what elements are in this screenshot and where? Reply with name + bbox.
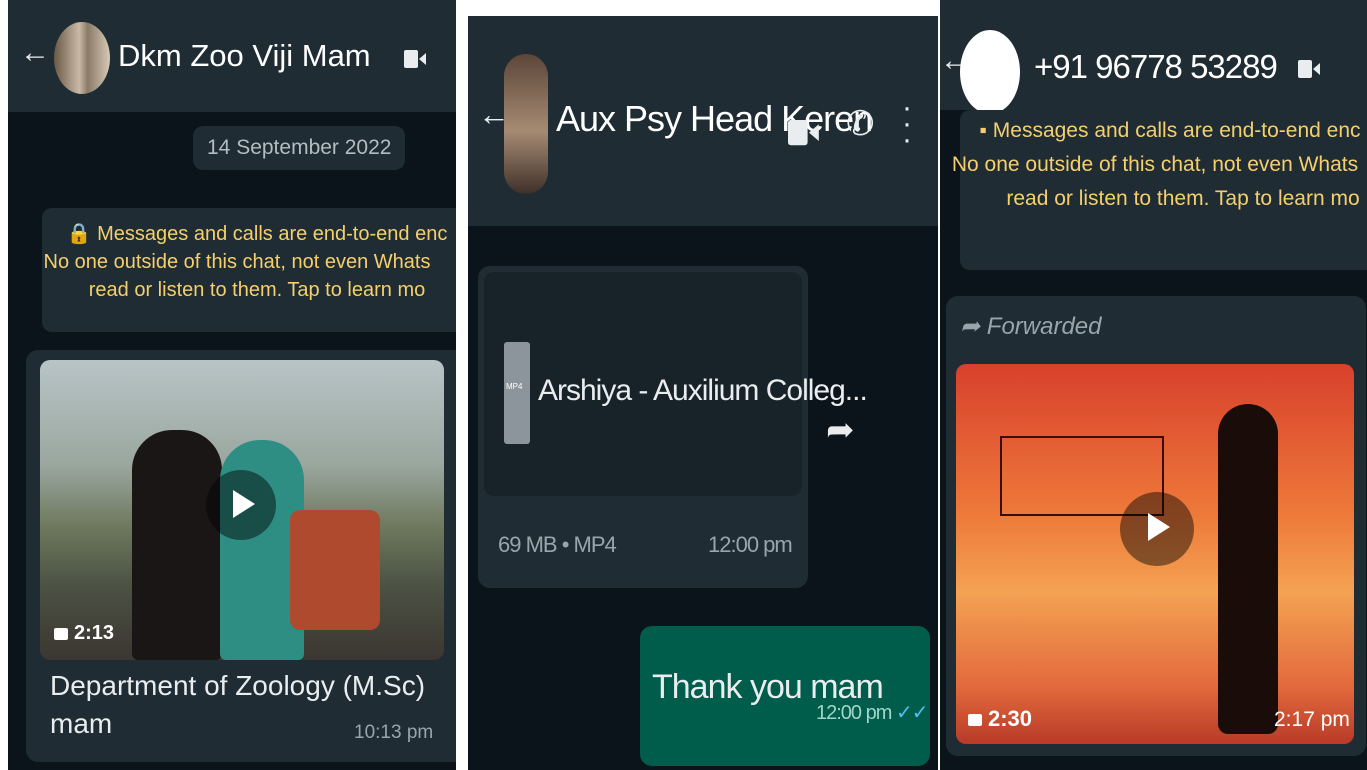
file-type-label: MP4 <box>506 382 523 391</box>
file-name[interactable]: Arshiya - Auxilium Colleg... <box>538 374 868 408</box>
back-arrow-icon[interactable]: ← <box>20 36 50 70</box>
forwarded-label: ➦ Forwarded <box>960 312 1102 341</box>
video-message[interactable]: ➦ Forwarded 2:30 2:17 pm <box>946 296 1366 756</box>
play-icon[interactable] <box>206 470 276 540</box>
avatar[interactable] <box>54 22 110 94</box>
encryption-line: read or listen to them. Tap to learn mo <box>1006 187 1360 210</box>
encryption-line: No one outside of this chat, not even Wh… <box>951 153 1359 176</box>
message-time: 12:00 pm ✓✓ <box>816 700 929 725</box>
avatar[interactable] <box>504 54 548 194</box>
read-ticks-icon: ✓✓ <box>895 702 929 724</box>
video-duration: 2:13 <box>54 622 114 645</box>
chat-panel-viji: ← Dkm Zoo Viji Mam 14 September 2022 🔒 M… <box>8 0 456 770</box>
more-menu-icon[interactable]: · · · <box>902 93 912 155</box>
encryption-line: ▪ Messages and calls are end-to-end enc <box>979 119 1361 142</box>
file-time: 12:00 pm <box>708 532 793 557</box>
video-thumbnail[interactable]: 2:13 <box>40 360 444 660</box>
file-message[interactable]: MP4 Arshiya - Auxilium Colleg... 69 MB •… <box>478 266 868 588</box>
video-message[interactable]: 2:13 Department of Zoology (M.Sc) mam 10… <box>26 350 456 762</box>
encryption-notice[interactable]: 🔒 Messages and calls are end-to-end enc … <box>42 208 456 332</box>
message-time: 10:13 pm <box>354 722 434 743</box>
video-thumbnail[interactable]: 2:30 2:17 pm <box>956 364 1354 744</box>
chat-background: ▪ Messages and calls are end-to-end enc … <box>940 110 1367 770</box>
chat-panel-number: ← +91 96778 53289 ▪ Messages and calls a… <box>940 0 1367 770</box>
contact-name[interactable]: +91 96778 53289 <box>1034 48 1278 86</box>
bench <box>290 510 380 630</box>
avatar[interactable] <box>960 30 1020 114</box>
voice-call-icon[interactable]: ✆ <box>846 104 875 144</box>
silhouette <box>1218 404 1278 734</box>
forwarded-text: Forwarded <box>986 313 1102 340</box>
encryption-line: read or listen to them. Tap to learn mo <box>88 279 426 301</box>
person-figure <box>132 430 222 660</box>
forward-icon: ➦ <box>960 313 987 340</box>
duration-text: 2:13 <box>74 622 115 644</box>
encryption-line: 🔒 Messages and calls are end-to-end enc <box>66 223 448 245</box>
chat-background: 14 September 2022 🔒 Messages and calls a… <box>8 112 456 770</box>
caption-line: Department of Zoology (M.Sc) <box>50 670 426 701</box>
sent-message: Thank you mam 12:00 pm ✓✓ <box>640 626 930 766</box>
encryption-notice[interactable]: ▪ Messages and calls are end-to-end enc … <box>952 110 1367 270</box>
date-chip: 14 September 2022 <box>193 126 406 170</box>
contact-name[interactable]: Dkm Zoo Viji Mam <box>118 38 371 74</box>
video-duration: 2:30 <box>968 706 1032 732</box>
play-icon[interactable] <box>1120 492 1194 566</box>
video-camera-icon <box>54 627 68 640</box>
encryption-line: No one outside of this chat, not even Wh… <box>43 251 431 273</box>
time-text: 12:00 pm <box>816 702 892 724</box>
chat-header: ← Dkm Zoo Viji Mam <box>8 0 456 112</box>
duration-text: 2:30 <box>988 706 1033 731</box>
file-icon: MP4 <box>504 342 530 444</box>
caption-line: mam <box>50 708 113 739</box>
file-meta: 69 MB • MP4 <box>498 532 617 557</box>
chat-background: MP4 Arshiya - Auxilium Colleg... 69 MB •… <box>468 226 938 770</box>
chat-panel-keren: ← Aux Psy Head Keren ✆ · · · MP4 Arshiya -… <box>468 16 938 770</box>
chat-header: ← Aux Psy Head Keren ✆ · · · <box>468 16 938 226</box>
chat-header: ← +91 96778 53289 <box>940 0 1367 114</box>
share-icon[interactable]: ➦ <box>826 410 855 450</box>
video-camera-icon <box>968 714 982 727</box>
contact-name[interactable]: Aux Psy Head Keren <box>556 98 873 140</box>
message-time: 2:17 pm <box>1274 708 1350 731</box>
